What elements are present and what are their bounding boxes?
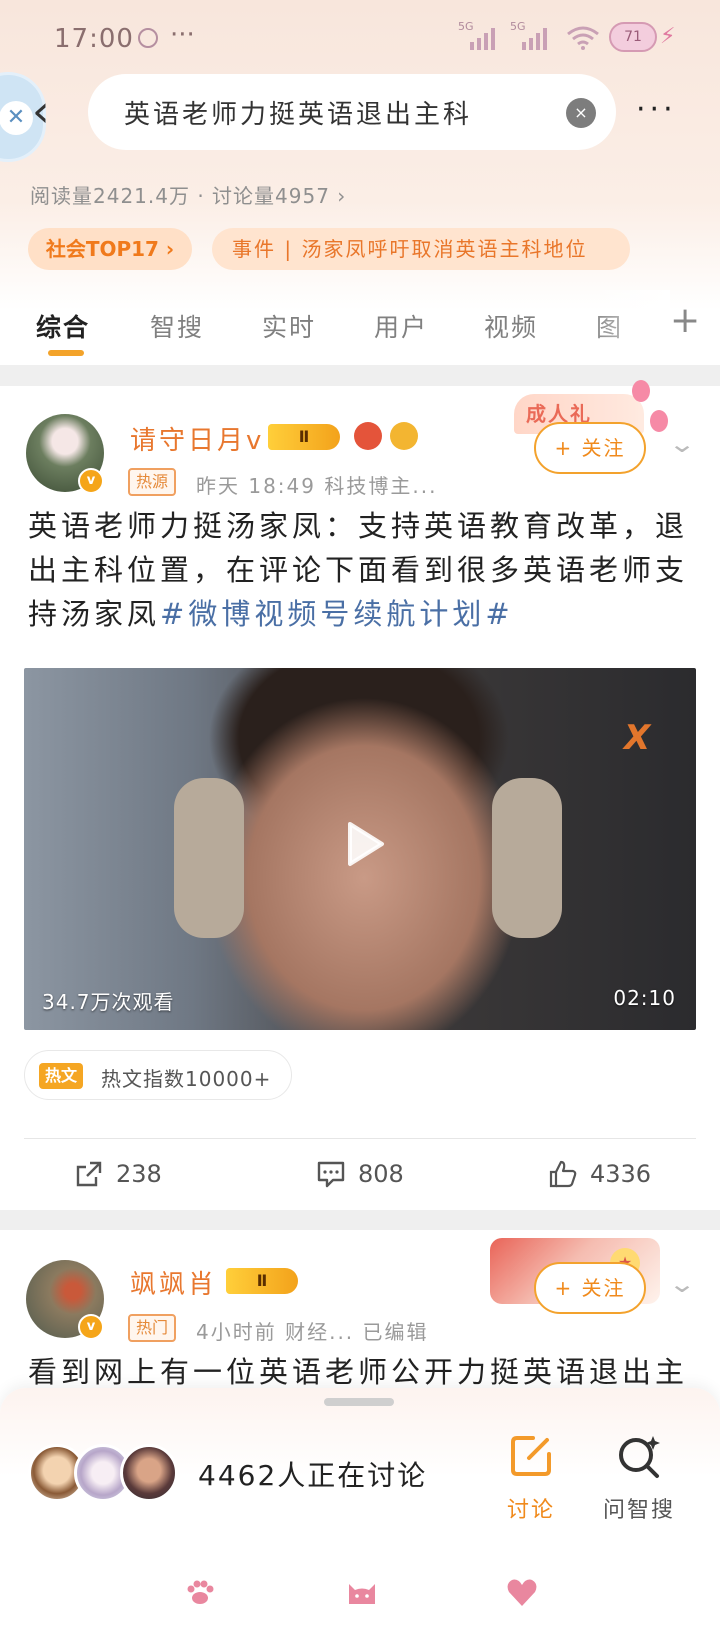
sheet-grabber[interactable] xyxy=(324,1398,394,1406)
chair-logo: X xyxy=(624,718,651,758)
video-frame-detail xyxy=(174,778,244,938)
add-tab-icon[interactable]: + xyxy=(670,300,700,341)
topic-stats[interactable]: 阅读量2421.4万 · 讨论量4957 › xyxy=(30,180,346,209)
tab-users[interactable]: 用户 xyxy=(374,308,428,344)
battery-indicator: 71 xyxy=(609,22,657,52)
search-query: 英语老师力挺英语退出主科 xyxy=(124,100,473,130)
status-more-icon: ··· xyxy=(170,20,195,50)
focus-mode-icon xyxy=(138,28,158,48)
search-input[interactable]: 英语老师力挺英语退出主科 × xyxy=(88,74,616,150)
signal-icon: 5G xyxy=(458,20,495,50)
play-icon[interactable] xyxy=(332,814,392,874)
tab-realtime[interactable]: 实时 xyxy=(262,308,316,344)
share-button[interactable]: 238 xyxy=(74,1156,162,1192)
hot-article-tag: 热文 xyxy=(39,1063,84,1089)
vip-badge[interactable]: Ⅱ xyxy=(268,424,340,450)
ask-label: 问智搜 xyxy=(602,1498,675,1523)
ask-smart-search-button[interactable]: 问智搜 xyxy=(594,1432,684,1532)
hot-source-tag: 热源 xyxy=(128,468,177,496)
network-type-label: 5G xyxy=(458,20,474,33)
post-actions: 238 808 4336 xyxy=(0,1144,720,1204)
app-root: 17:00 ··· 5G 5G 71 ⚡ ✕ ‹ 英语老师力挺英语退出主科 × … xyxy=(0,0,720,1640)
post-text[interactable]: 英语老师力挺汤家凤：支持英语教育改革，退出主科位置，在评论下面看到很多英语老师支… xyxy=(28,504,698,636)
hot-index-text: 热文指数10000+ xyxy=(101,1067,272,1091)
tabs-fade xyxy=(590,290,670,362)
tab-video[interactable]: 视频 xyxy=(484,308,538,344)
close-icon: ✕ xyxy=(0,101,33,135)
status-time: 17:00 xyxy=(54,24,134,54)
post-text[interactable]: 看到网上有一位英语老师公开力挺英语退出主 xyxy=(28,1350,708,1390)
gesture-nav-bar xyxy=(0,1560,720,1640)
comment-count: 808 xyxy=(358,1160,404,1188)
vip-badge[interactable]: Ⅱ xyxy=(226,1268,298,1294)
status-bar: 17:00 ··· 5G 5G 71 ⚡ xyxy=(0,0,720,76)
verified-icon: v xyxy=(78,1314,104,1340)
cat-face-icon[interactable] xyxy=(344,1574,380,1610)
video-view-count: 34.7万次观看 xyxy=(42,990,175,1014)
tab-bar: 综合 智搜 实时 用户 视频 图 + xyxy=(0,290,720,362)
bird-emoji-icon xyxy=(354,422,382,450)
discuss-label: 讨论 xyxy=(506,1498,555,1523)
follow-button[interactable]: + 关注 xyxy=(534,422,646,474)
heart-icon[interactable] xyxy=(504,1574,540,1610)
hot-index-chip[interactable]: 热文 热文指数10000+ xyxy=(24,1050,292,1100)
username[interactable]: 飒飒肖 xyxy=(130,1264,217,1301)
chevron-down-icon[interactable]: ⌄ xyxy=(668,1270,696,1298)
paw-icon[interactable] xyxy=(182,1574,218,1610)
back-button[interactable]: ‹ xyxy=(32,86,72,138)
balloon-icon xyxy=(650,410,668,432)
clear-search-button[interactable]: × xyxy=(566,98,596,128)
share-icon xyxy=(76,1161,102,1187)
tab-comprehensive[interactable]: 综合 xyxy=(36,308,90,344)
edit-icon xyxy=(511,1436,551,1476)
hashtag-link[interactable]: #微博视频号续航计划# xyxy=(160,597,514,631)
video-frame-detail xyxy=(492,778,562,938)
discussion-sheet: 4462人正在讨论 讨论 问智搜 xyxy=(0,1388,720,1640)
post-meta: 昨天 18:49 科技博主... xyxy=(196,474,438,498)
network-type-label: 5G xyxy=(510,20,526,33)
wifi-icon xyxy=(567,26,599,50)
tab-smart-search[interactable]: 智搜 xyxy=(150,308,204,344)
thumbs-up-icon xyxy=(549,1160,577,1188)
video-duration: 02:10 xyxy=(613,986,676,1010)
avatar xyxy=(120,1444,178,1502)
divider xyxy=(24,1138,696,1139)
video-player[interactable]: X 34.7万次观看 02:10 xyxy=(24,668,696,1030)
share-count: 238 xyxy=(116,1160,162,1188)
username[interactable]: 请守日月v xyxy=(130,420,264,457)
post-card[interactable]: v 请守日月v Ⅱ 热源 昨天 18:49 科技博主... 成人礼 + 关注 ⌄… xyxy=(0,380,720,1210)
follow-button[interactable]: + 关注 xyxy=(534,1262,646,1314)
chevron-down-icon[interactable]: ⌄ xyxy=(668,430,696,458)
hot-tag: 热门 xyxy=(128,1314,177,1342)
comment-icon xyxy=(317,1161,345,1188)
signal-icon: 5G xyxy=(510,20,547,50)
smart-search-icon xyxy=(619,1436,660,1478)
fish-emoji-icon xyxy=(390,422,418,450)
rank-badge[interactable]: 社会TOP17 › xyxy=(28,228,192,270)
like-count: 4336 xyxy=(590,1160,652,1188)
discussing-count: 4462人正在讨论 xyxy=(198,1459,428,1492)
comment-button[interactable]: 808 xyxy=(316,1156,404,1192)
charging-icon: ⚡ xyxy=(660,24,676,49)
event-link[interactable]: 事件 | 汤家凤呼吁取消英语主科地位 xyxy=(212,228,630,270)
balloon-icon xyxy=(632,380,650,402)
more-options-button[interactable]: ··· xyxy=(636,90,696,130)
discuss-button[interactable]: 讨论 xyxy=(486,1432,576,1532)
search-header: 17:00 ··· 5G 5G 71 ⚡ ✕ ‹ 英语老师力挺英语退出主科 × … xyxy=(0,0,720,365)
like-button[interactable]: 4336 xyxy=(548,1156,651,1192)
active-tab-indicator xyxy=(48,350,84,356)
verified-icon: v xyxy=(78,468,104,494)
post-meta: 4小时前 财经... 已编辑 xyxy=(196,1320,429,1344)
